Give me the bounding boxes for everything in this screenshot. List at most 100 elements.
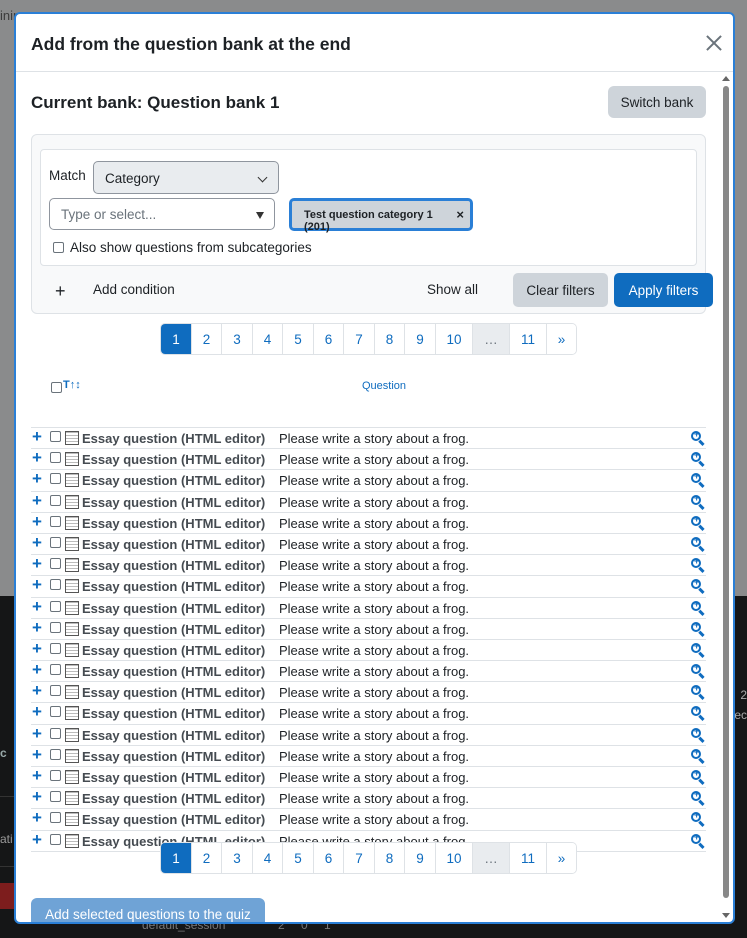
zoom-in-icon[interactable] (691, 535, 705, 552)
page-link[interactable]: 7 (344, 843, 375, 873)
row-checkbox[interactable] (50, 706, 61, 718)
add-question-icon[interactable]: + (32, 427, 42, 447)
zoom-in-icon[interactable] (691, 429, 705, 447)
add-question-icon[interactable]: + (32, 808, 42, 828)
add-condition-button[interactable]: Add condition (93, 282, 175, 297)
page-link[interactable]: 3 (222, 324, 253, 354)
question-column-header[interactable]: Question (362, 380, 406, 392)
row-checkbox[interactable] (50, 664, 61, 676)
row-checkbox[interactable] (50, 812, 61, 824)
zoom-in-icon[interactable] (691, 789, 705, 807)
page-link[interactable]: 9 (405, 843, 436, 873)
row-checkbox[interactable] (50, 494, 61, 506)
remove-chip-icon[interactable]: × (456, 207, 464, 222)
zoom-in-icon[interactable] (691, 514, 705, 531)
scroll-down-arrow-icon[interactable] (722, 913, 730, 918)
sort-type-icon[interactable]: T↑↕ (63, 379, 81, 391)
subcategories-checkbox-row[interactable]: Also show questions from subcategories (53, 240, 312, 255)
add-question-icon[interactable]: + (32, 554, 42, 574)
page-link[interactable]: 1 (161, 324, 192, 354)
page-link[interactable]: 8 (375, 324, 405, 354)
row-checkbox[interactable] (50, 727, 61, 739)
add-question-icon[interactable]: + (32, 702, 42, 722)
add-question-icon[interactable]: + (32, 597, 42, 617)
zoom-in-icon[interactable] (691, 810, 705, 828)
next-page-link[interactable]: » (547, 843, 576, 873)
page-link[interactable]: 4 (253, 324, 283, 354)
page-link[interactable]: 2 (192, 324, 222, 354)
add-question-icon[interactable]: + (32, 533, 42, 553)
page-link[interactable]: 9 (405, 324, 436, 354)
add-question-icon[interactable]: + (32, 491, 42, 511)
zoom-in-icon[interactable] (691, 768, 705, 786)
zoom-in-icon[interactable] (691, 747, 705, 764)
page-link[interactable]: 4 (253, 843, 283, 873)
zoom-in-icon[interactable] (691, 726, 705, 743)
row-checkbox[interactable] (50, 473, 61, 485)
row-checkbox[interactable] (50, 748, 61, 760)
row-checkbox[interactable] (50, 770, 61, 781)
add-question-icon[interactable]: + (32, 639, 42, 659)
row-checkbox[interactable] (50, 579, 61, 591)
selected-category-chip[interactable]: Test question category 1 (201) × (289, 198, 473, 233)
page-link[interactable]: 6 (314, 324, 344, 354)
add-question-icon[interactable]: + (32, 469, 42, 489)
category-autocomplete[interactable]: Type or select... (49, 198, 275, 230)
page-link[interactable]: 11 (510, 324, 547, 354)
page-link[interactable]: 10 (436, 324, 473, 354)
add-question-icon[interactable]: + (32, 830, 42, 850)
add-question-icon[interactable]: + (32, 448, 42, 468)
zoom-in-icon[interactable] (691, 577, 705, 595)
add-question-icon[interactable]: + (32, 618, 42, 638)
plus-icon[interactable]: + (55, 281, 66, 302)
add-question-icon[interactable]: + (32, 660, 42, 680)
zoom-in-icon[interactable] (691, 620, 705, 637)
page-link[interactable]: 2 (192, 843, 222, 873)
select-all-checkbox[interactable] (51, 382, 62, 393)
page-link[interactable]: 5 (283, 324, 314, 354)
zoom-in-icon[interactable] (691, 493, 705, 510)
row-checkbox[interactable] (50, 600, 61, 612)
row-checkbox[interactable] (50, 558, 61, 570)
row-checkbox[interactable] (50, 536, 61, 548)
show-all-link[interactable]: Show all (427, 282, 478, 297)
page-link[interactable]: 11 (510, 843, 547, 873)
zoom-in-icon[interactable] (691, 599, 705, 616)
add-question-icon[interactable]: + (32, 724, 42, 744)
row-checkbox[interactable] (50, 431, 61, 442)
page-link[interactable]: 10 (436, 843, 473, 873)
zoom-in-icon[interactable] (691, 832, 705, 849)
page-link[interactable]: 7 (344, 324, 375, 354)
zoom-in-icon[interactable] (691, 704, 705, 722)
row-checkbox[interactable] (50, 791, 61, 803)
scroll-thumb[interactable] (723, 86, 729, 898)
page-link[interactable]: 5 (283, 843, 314, 873)
row-checkbox[interactable] (50, 452, 61, 464)
add-question-icon[interactable]: + (32, 512, 42, 532)
switch-bank-button[interactable]: Switch bank (608, 86, 706, 118)
scroll-up-arrow-icon[interactable] (722, 76, 730, 81)
zoom-in-icon[interactable] (691, 450, 705, 468)
add-question-icon[interactable]: + (32, 681, 42, 701)
add-selected-questions-button[interactable]: Add selected questions to the quiz (31, 898, 265, 922)
zoom-in-icon[interactable] (691, 683, 705, 701)
subcategories-checkbox[interactable] (53, 242, 64, 253)
modal-scrollbar[interactable] (721, 74, 731, 918)
row-checkbox[interactable] (50, 685, 61, 697)
add-question-icon[interactable]: + (32, 787, 42, 807)
row-checkbox[interactable] (50, 621, 61, 633)
page-link[interactable]: 3 (222, 843, 253, 873)
row-checkbox[interactable] (50, 833, 61, 845)
add-question-icon[interactable]: + (32, 575, 42, 595)
row-checkbox[interactable] (50, 642, 61, 654)
add-question-icon[interactable]: + (32, 766, 42, 786)
apply-filters-button[interactable]: Apply filters (614, 273, 713, 307)
close-icon[interactable] (703, 32, 725, 54)
page-link[interactable]: 1 (161, 843, 192, 873)
match-select[interactable]: Category (93, 161, 279, 194)
page-link[interactable]: 6 (314, 843, 344, 873)
clear-filters-button[interactable]: Clear filters (513, 273, 608, 307)
page-link[interactable]: 8 (375, 843, 405, 873)
zoom-in-icon[interactable] (691, 662, 705, 680)
zoom-in-icon[interactable] (691, 471, 705, 489)
